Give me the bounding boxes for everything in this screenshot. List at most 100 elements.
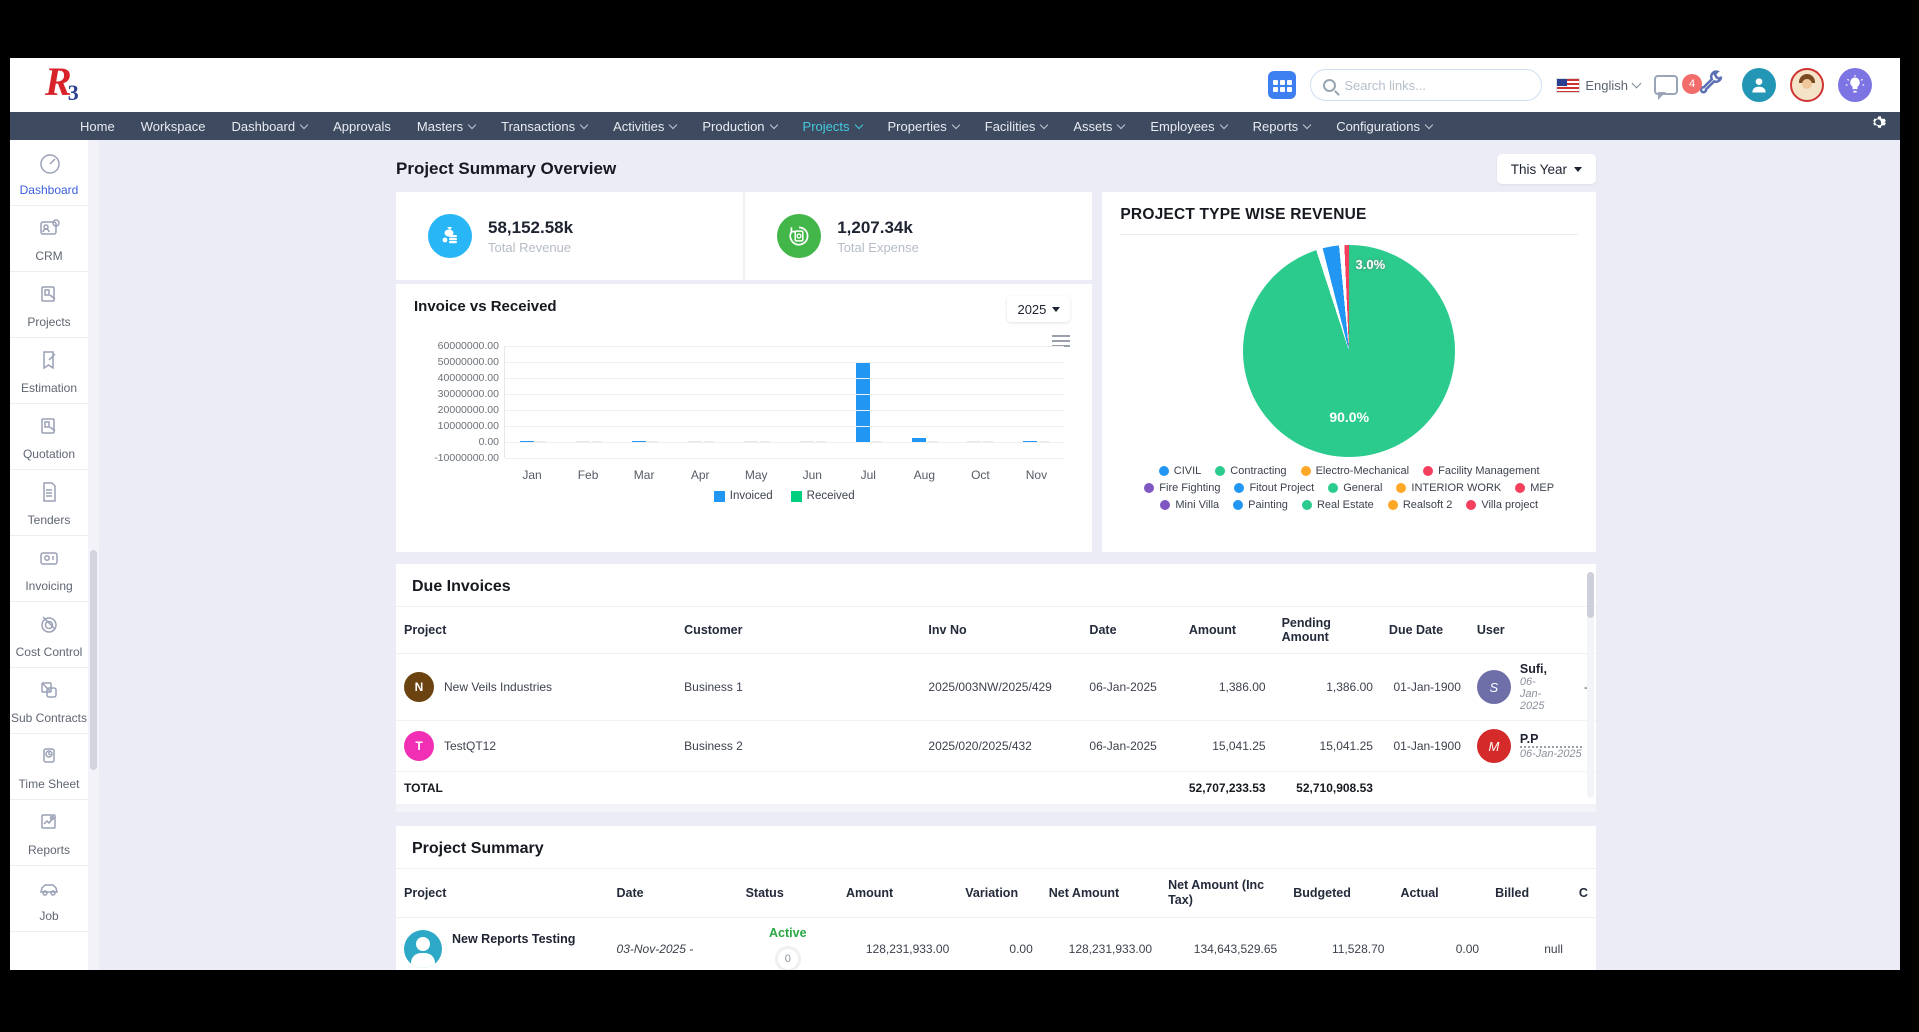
column-header-budgeted[interactable]: Budgeted	[1285, 868, 1393, 918]
pie-legend-label: MEP	[1530, 482, 1555, 494]
chevron-down-icon	[1302, 120, 1312, 130]
chat-icon[interactable]	[1654, 75, 1678, 100]
column-header-customer[interactable]: Customer	[676, 606, 921, 654]
nav-item-production[interactable]: Production	[702, 119, 778, 134]
apps-grid-icon[interactable]	[1268, 71, 1297, 99]
nav-item-workspace[interactable]: Workspace	[141, 119, 206, 134]
sidebar-item-dashboard[interactable]: Dashboard	[10, 140, 88, 206]
column-header-variation[interactable]: Variation	[957, 868, 1041, 918]
sidebar-item-label: CRM	[35, 248, 63, 263]
column-header-due-date[interactable]: Due Date	[1380, 606, 1469, 654]
chevron-down-icon	[769, 120, 778, 130]
column-header-billed[interactable]: Billed	[1487, 868, 1571, 918]
nav-item-masters[interactable]: Masters	[416, 118, 477, 134]
nav-item-facilities[interactable]: Facilities	[985, 119, 1049, 134]
column-header-date[interactable]: Date	[1081, 606, 1181, 654]
column-header-net-amount-inc-tax-[interactable]: Net Amount (Inc Tax)	[1160, 868, 1286, 918]
crm-contact-icon	[36, 215, 62, 246]
nav-item-dashboard[interactable]: Dashboard	[231, 119, 309, 134]
legend-dot	[1160, 500, 1171, 510]
nav-item-transactions[interactable]: Transactions	[501, 119, 589, 134]
nav-item-label: Masters	[416, 118, 464, 134]
chart-year-dropdown[interactable]: 2025	[1007, 296, 1071, 322]
nav-item-reports[interactable]: Reports	[1253, 119, 1312, 134]
chevron-down-icon	[1219, 120, 1228, 130]
column-header-project[interactable]: Project	[396, 606, 677, 654]
support-agent-avatar[interactable]	[1790, 68, 1824, 102]
total-expense-label: Total Expense	[837, 239, 919, 255]
project-summary-header-row: Project Date Status Amount Variation Net Amou…	[396, 868, 1596, 918]
total-label: TOTAL	[404, 781, 443, 795]
sidebar-item-estimation[interactable]: Estimation	[10, 338, 88, 404]
nav-item-configurations[interactable]: Configurations	[1336, 119, 1434, 134]
sidebar-item-time-sheet[interactable]: Time Sheet	[10, 734, 88, 800]
nav-item-activities[interactable]: Activities	[613, 119, 678, 134]
search-input[interactable]	[1344, 77, 1530, 93]
sidebar-item-quotation[interactable]: Quotation	[10, 404, 88, 470]
nav-item-properties[interactable]: Properties	[888, 119, 960, 134]
settings-gear-icon[interactable]	[1871, 115, 1888, 137]
revenue-pie-chart[interactable]	[1243, 245, 1456, 457]
support-tools-icon[interactable]: 4	[1682, 68, 1728, 102]
sidebar-item-job[interactable]: Job	[10, 866, 88, 932]
user-date: 06-Jan-2025	[1519, 676, 1545, 712]
column-header-status[interactable]: Status	[737, 868, 838, 918]
period-filter-button[interactable]: This Year	[1496, 154, 1596, 184]
sidebar-item-tenders[interactable]: Tenders	[10, 470, 88, 536]
gridline	[505, 362, 1065, 363]
time-sheet-icon	[36, 743, 62, 774]
project-summary-table: Project Date Status Amount Variation Net Amou…	[396, 868, 1596, 970]
nav-item-projects[interactable]: Projects	[803, 119, 863, 134]
idea-bulb-icon[interactable]	[1838, 68, 1872, 102]
notification-badge: 4	[1682, 74, 1702, 94]
month-label: Aug	[913, 468, 936, 482]
estimation-icon	[36, 347, 62, 378]
table-row[interactable]: T TestQT12 Business 2 2025/020/2025/432 06-J…	[396, 720, 1596, 772]
main-navbar: Home Workspace Dashboard Approvals Masters Tr…	[10, 112, 1900, 140]
language-selector[interactable]: English	[1556, 77, 1642, 93]
column-header-c[interactable]: C	[1570, 868, 1596, 918]
r3-logo[interactable]: R 3	[45, 62, 79, 106]
invoiced-bar[interactable]	[855, 362, 870, 442]
pie-legend-general: General	[1328, 482, 1382, 494]
table-row[interactable]: New Reports Testing 03-Nov-2025 - Active 0 1…	[396, 917, 1596, 970]
search-box[interactable]	[1310, 69, 1543, 101]
column-header-pending-amount[interactable]: Pending Amount	[1273, 606, 1381, 654]
search-icon	[1323, 78, 1337, 92]
sidebar-item-reports[interactable]: Reports	[10, 800, 88, 866]
sidebar-scrollbar[interactable]	[88, 140, 99, 970]
pie-legend-mep: MEP	[1515, 482, 1554, 494]
profile-icon[interactable]	[1742, 68, 1776, 102]
pie-legend-villa-project: Villa project	[1466, 499, 1538, 511]
month-label: May	[744, 468, 768, 482]
sidebar-item-label: Projects	[27, 314, 71, 329]
sidebar-item-label: Dashboard	[19, 182, 79, 197]
nav-item-home[interactable]: Home	[80, 119, 115, 134]
column-header-inv-no[interactable]: Inv No	[920, 606, 1082, 654]
column-header-actual[interactable]: Actual	[1392, 868, 1488, 918]
nav-item-assets[interactable]: Assets	[1073, 119, 1126, 134]
column-header-amount[interactable]: Amount	[837, 868, 958, 918]
sidebar-item-sub-contracts[interactable]: Sub Contracts	[10, 668, 88, 734]
legend-label: Received	[806, 490, 855, 502]
column-header-date[interactable]: Date	[608, 868, 738, 918]
sidebar-item-projects[interactable]: Projects	[10, 272, 88, 338]
user-avatar: M	[1476, 729, 1511, 763]
sidebar-item-crm[interactable]: CRM	[10, 206, 88, 272]
column-header-amount[interactable]: Amount	[1180, 606, 1274, 654]
y-axis-tick: 40000000.00	[437, 372, 499, 384]
invoice-vs-received-chart-panel: Invoice vs Received 2025 60000000.00 5000…	[396, 284, 1093, 552]
sidebar-item-cost-control[interactable]: Cost Control	[10, 602, 88, 668]
column-header-net-amount[interactable]: Net Amount	[1040, 868, 1161, 918]
invoicing-icon	[36, 545, 62, 576]
due-invoices-scrollbar[interactable]	[1587, 572, 1594, 798]
sub-contracts-icon	[36, 677, 62, 708]
sidebar-item-invoicing[interactable]: Invoicing	[10, 536, 88, 602]
nav-item-approvals[interactable]: Approvals	[333, 119, 391, 134]
legend-dot	[1234, 483, 1245, 493]
column-header-user[interactable]: User	[1468, 606, 1596, 654]
nav-item-employees[interactable]: Employees	[1150, 119, 1228, 134]
column-header-project[interactable]: Project	[396, 868, 609, 918]
horizontal-scrollbar[interactable]	[396, 804, 1596, 812]
table-row[interactable]: N New Veils Industries Business 1 2025/003N…	[396, 653, 1596, 721]
